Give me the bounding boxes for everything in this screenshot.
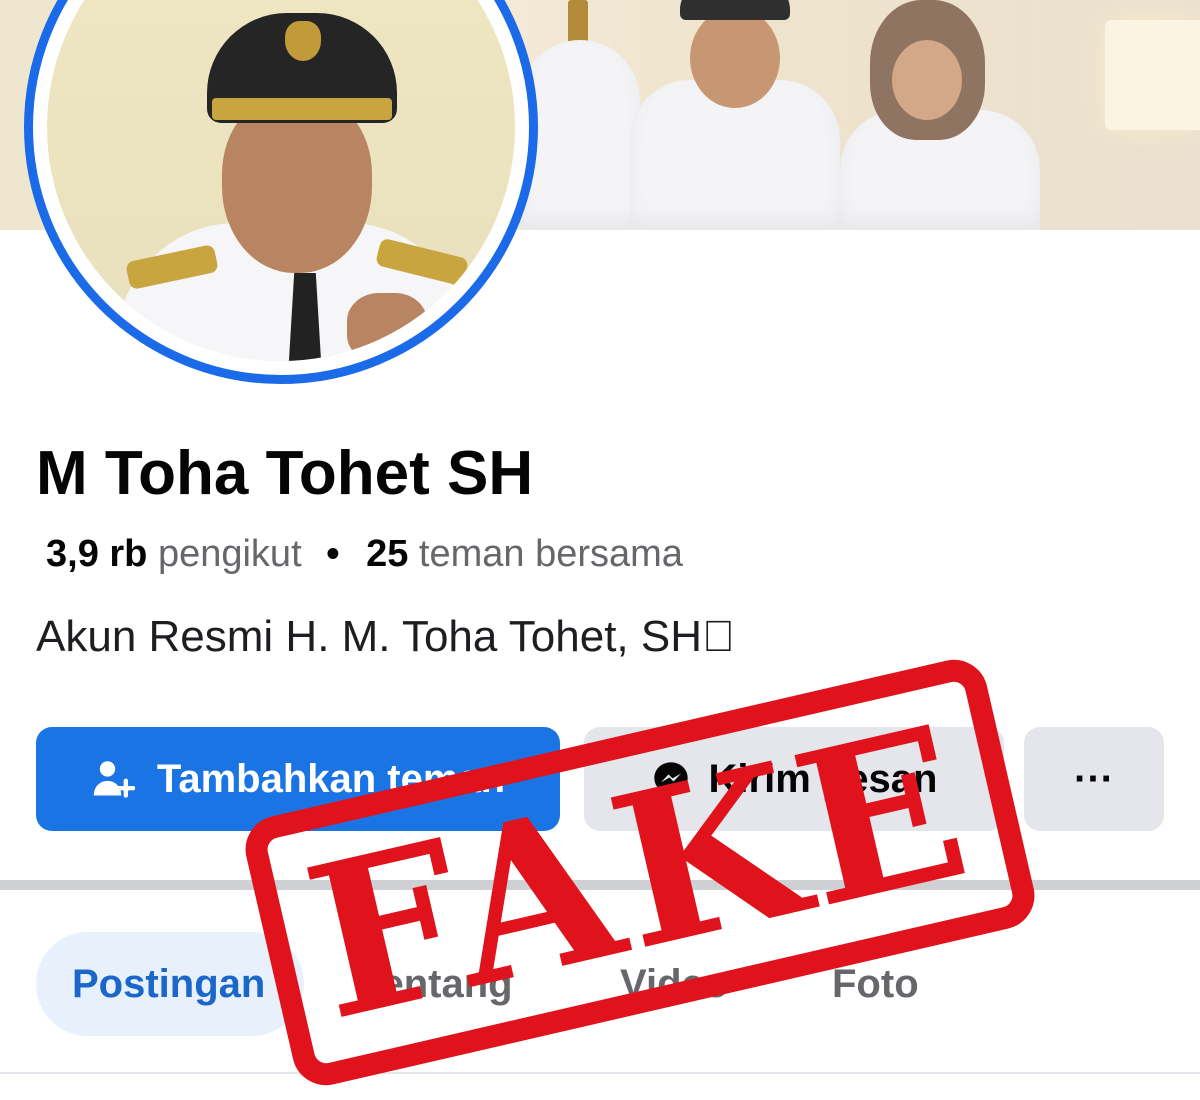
- profile-avatar[interactable]: [24, 0, 538, 384]
- cover-person-center-cap: [680, 0, 790, 20]
- tab-posts[interactable]: Postingan: [36, 932, 304, 1036]
- followers-label[interactable]: pengikut: [158, 533, 302, 575]
- followers-count[interactable]: 3,9 rb: [46, 533, 147, 575]
- stats-separator: •: [326, 533, 340, 575]
- profile-name: M Toha Tohet SH: [36, 439, 534, 508]
- tabs-bottom-border: [0, 1072, 1200, 1074]
- cover-person-center-face: [690, 8, 780, 108]
- mutual-friends-count[interactable]: 25: [366, 533, 408, 575]
- avatar-photo: [47, 0, 515, 361]
- more-options-button[interactable]: ···: [1024, 727, 1164, 831]
- more-options-icon: ···: [1074, 756, 1114, 801]
- tab-posts-label: Postingan: [72, 961, 266, 1006]
- cover-person-right-face: [892, 40, 962, 120]
- profile-stats: 3,9 rb pengikut • 25 teman bersama: [46, 533, 683, 576]
- profile-bio: Akun Resmi H. M. Toha Tohet, SH : [36, 612, 735, 661]
- avatar-cap-band: [212, 98, 392, 120]
- cover-lamp: [1105, 20, 1200, 130]
- avatar-cap-emblem: [285, 21, 321, 61]
- add-person-icon: [93, 761, 135, 798]
- avatar-fist: [347, 293, 427, 361]
- tab-photos-label: Foto: [832, 961, 919, 1006]
- mutual-friends-label[interactable]: teman bersama: [419, 533, 683, 575]
- cover-person-left: [520, 40, 640, 230]
